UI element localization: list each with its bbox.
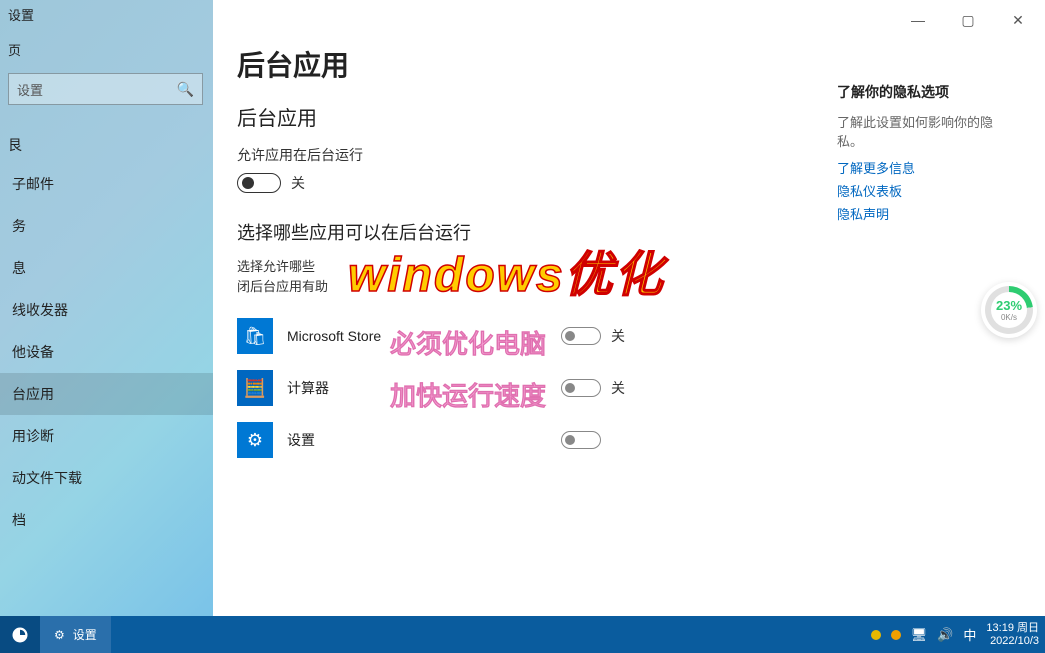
start-button[interactable] (0, 616, 40, 653)
gear-icon: ⚙ (54, 628, 65, 642)
sidebar-item[interactable]: 子邮件 (0, 163, 213, 205)
sidebar-item[interactable]: 他设备 (0, 331, 213, 373)
app-name: 计算器 (287, 378, 467, 398)
tray-icon-2[interactable] (891, 630, 901, 640)
window-title: 设置 (0, 5, 213, 30)
sidebar-home[interactable]: 页 (0, 30, 213, 69)
app-row: ⚙ 设置 (237, 414, 1021, 466)
sidebar-section-label: 艮 (0, 115, 213, 163)
app-name: 设置 (287, 430, 467, 450)
privacy-link-more[interactable]: 了解更多信息 (837, 158, 1017, 177)
sidebar-item[interactable]: 档 (0, 499, 213, 541)
app-row: 🛍 Microsoft Store 关 (237, 310, 1021, 362)
app-name: Microsoft Store (287, 328, 467, 344)
sidebar-item[interactable]: 息 (0, 247, 213, 289)
sidebar-item[interactable]: 用诊断 (0, 415, 213, 457)
sidebar-item[interactable]: 动文件下载 (0, 457, 213, 499)
tray-ime[interactable]: 中 (963, 625, 976, 644)
app-toggle[interactable] (561, 327, 601, 345)
main-content: — ▢ ✕ 后台应用 后台应用 允许应用在后台运行 关 选择哪些应用可以在后台运… (213, 0, 1045, 616)
search-placeholder: 设置 (17, 80, 43, 99)
taskbar-clock[interactable]: 13:19 周日 2022/10/3 (986, 622, 1039, 646)
app-row: 🧮 计算器 关 (237, 362, 1021, 414)
settings-sidebar: 设置 页 设置 🔍 艮 子邮件务息线收发器他设备台应用用诊断动文件下载档 (0, 0, 213, 616)
privacy-link-dashboard[interactable]: 隐私仪表板 (837, 181, 1017, 200)
taskbar-app-label: 设置 (73, 626, 97, 643)
allow-bg-state: 关 (291, 173, 305, 193)
app-toggle[interactable] (561, 431, 601, 449)
taskbar: ⚙ 设置 🖥 🔊 中 13:19 周日 2022/10/3 (0, 616, 1045, 653)
calc-icon: 🧮 (237, 370, 273, 406)
search-icon: 🔍 (177, 81, 194, 98)
app-toggle-state: 关 (611, 378, 625, 398)
app-toggle[interactable] (561, 379, 601, 397)
search-input[interactable]: 设置 🔍 (8, 73, 203, 105)
choose-desc: 选择允许哪些 闭后台应用有助 (237, 257, 717, 296)
page-title: 后台应用 (237, 44, 1021, 84)
tray-volume-icon[interactable]: 🔊 (937, 627, 953, 643)
settings-icon: ⚙ (237, 422, 273, 458)
maximize-button[interactable]: ▢ (949, 6, 987, 34)
sidebar-item[interactable]: 线收发器 (0, 289, 213, 331)
privacy-link-statement[interactable]: 隐私声明 (837, 204, 1017, 223)
perf-percent: 23% (996, 298, 1022, 313)
privacy-panel: 了解你的隐私选项 了解此设置如何影响你的隐私。 了解更多信息 隐私仪表板 隐私声… (837, 82, 1017, 227)
performance-badge[interactable]: 23% 0K/s (981, 282, 1037, 338)
taskbar-app-settings[interactable]: ⚙ 设置 (40, 616, 111, 653)
privacy-heading: 了解你的隐私选项 (837, 82, 1017, 102)
minimize-button[interactable]: — (899, 6, 937, 34)
start-icon (11, 626, 29, 644)
sidebar-item[interactable]: 务 (0, 205, 213, 247)
window-controls: — ▢ ✕ (899, 6, 1037, 34)
sidebar-item[interactable]: 台应用 (0, 373, 213, 415)
tray-icon-1[interactable] (871, 630, 881, 640)
allow-bg-toggle[interactable] (237, 173, 281, 193)
store-icon: 🛍 (237, 318, 273, 354)
perf-speed: 0K/s (1001, 313, 1017, 322)
tray-network-icon[interactable]: 🖥 (911, 627, 928, 643)
close-button[interactable]: ✕ (999, 6, 1037, 34)
privacy-desc: 了解此设置如何影响你的隐私。 (837, 112, 1017, 150)
app-toggle-state: 关 (611, 326, 625, 346)
